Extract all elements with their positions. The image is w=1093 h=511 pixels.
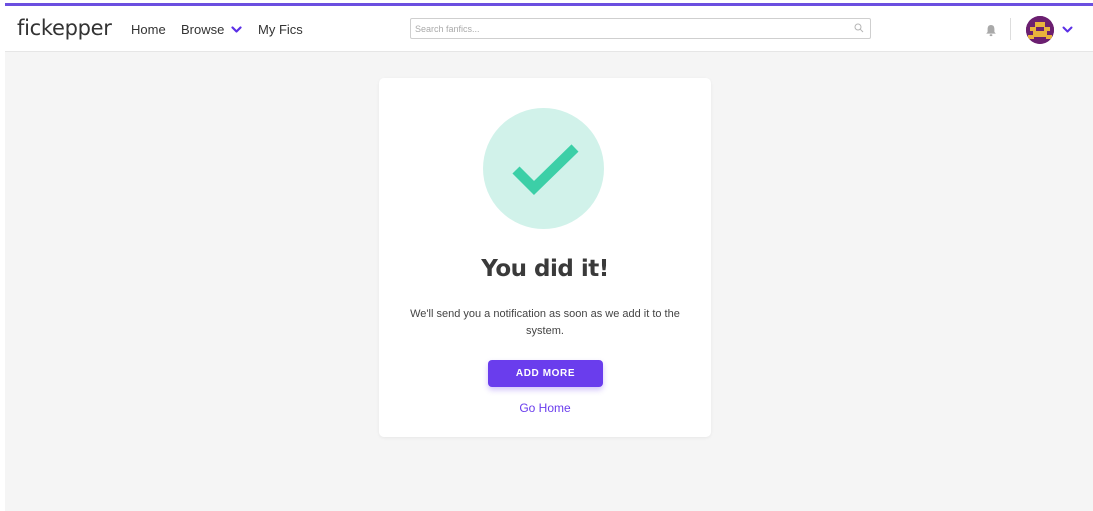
- search-input[interactable]: [415, 20, 845, 37]
- nav-my-fics-link[interactable]: My Fics: [258, 22, 303, 37]
- site-logo[interactable]: fickepper: [17, 16, 112, 40]
- add-more-button[interactable]: ADD MORE: [488, 360, 603, 387]
- bell-icon[interactable]: [985, 24, 997, 37]
- chevron-down-icon[interactable]: [1062, 26, 1073, 34]
- page: fickepper Home Browse My Fics Search fan…: [0, 0, 1093, 511]
- header-divider: [1010, 18, 1011, 40]
- nav-browse-label: Browse: [181, 22, 225, 37]
- avatar-pattern: [1026, 16, 1054, 44]
- nav-browse-dropdown[interactable]: Browse: [181, 22, 242, 37]
- success-badge: [483, 108, 604, 229]
- search-icon[interactable]: [854, 23, 864, 33]
- avatar[interactable]: [1026, 16, 1054, 44]
- search-box: [410, 18, 871, 39]
- confirmation-title: You did it!: [481, 256, 609, 282]
- chevron-down-icon: [231, 25, 242, 33]
- confirmation-card: You did it! We'll send you a notificatio…: [379, 78, 711, 437]
- confirmation-message: We'll send you a notification as soon as…: [410, 308, 680, 337]
- nav-home-link[interactable]: Home: [131, 22, 166, 37]
- checkmark-icon: [512, 144, 579, 196]
- go-home-link[interactable]: Go Home: [379, 401, 711, 415]
- top-navbar: fickepper Home Browse My Fics: [5, 6, 1093, 52]
